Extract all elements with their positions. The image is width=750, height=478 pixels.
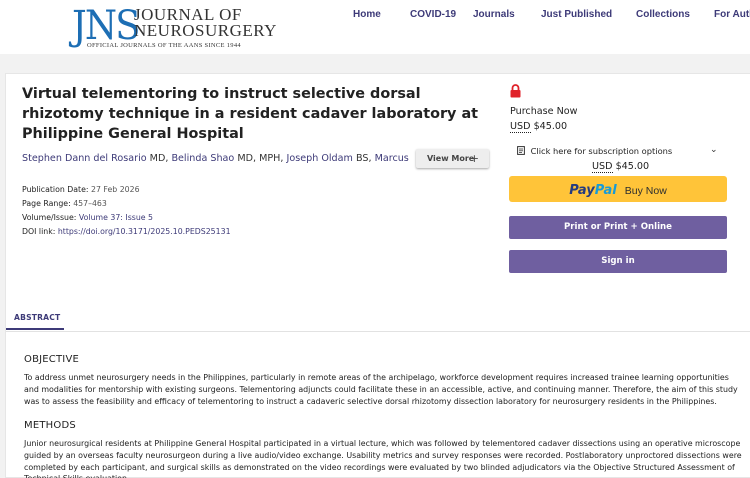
logo-line-2: NEUROSURGERY bbox=[134, 21, 277, 40]
buy-now-label: Buy Now bbox=[624, 185, 667, 197]
nav-for-authors[interactable]: For Auth bbox=[714, 9, 750, 20]
paypal-logo-pay: Pay bbox=[569, 183, 595, 198]
author-list: Stephen Dann del Rosario MD, Belinda Sha… bbox=[22, 152, 412, 166]
publication-date-label: Publication Date: bbox=[22, 185, 89, 194]
nav-journals[interactable]: Journals bbox=[473, 9, 515, 20]
objective-text: To address unmet neurosurgery needs in t… bbox=[24, 373, 738, 406]
nav-just-published[interactable]: Just Published bbox=[541, 9, 612, 20]
view-more-button[interactable]: View More + bbox=[416, 149, 489, 168]
active-tab-indicator bbox=[6, 328, 64, 330]
methods-heading: METHODS bbox=[24, 420, 76, 431]
nav-home[interactable]: Home bbox=[353, 9, 381, 20]
subscription-options-label: Click here for subscription options bbox=[530, 146, 673, 156]
page-range-label: Page Range: bbox=[22, 199, 71, 208]
price-value: $45.00 bbox=[533, 121, 568, 132]
author-link[interactable]: Belinda Shao bbox=[171, 153, 234, 164]
document-icon bbox=[517, 146, 525, 155]
purchase-now-label: Purchase Now bbox=[510, 106, 578, 117]
doi-link[interactable]: https://doi.org/10.3171/2025.10.PEDS2513… bbox=[58, 227, 231, 236]
author-credentials: MD, MPH, bbox=[237, 153, 284, 164]
volume-issue-link[interactable]: Volume 37: Issue 5 bbox=[79, 213, 153, 222]
author-link[interactable]: Marcus Alex... bbox=[375, 153, 412, 164]
subscription-options-toggle[interactable]: Click here for subscription options bbox=[517, 146, 672, 156]
price: USD $45.00 bbox=[510, 121, 568, 133]
logo-line-3: OFFICIAL JOURNALS OF THE AANS SINCE 1944 bbox=[87, 42, 241, 49]
publication-date: Publication Date: 27 Feb 2026 bbox=[22, 184, 140, 196]
view-more-label: View More bbox=[427, 154, 475, 163]
lock-icon bbox=[510, 83, 521, 102]
nav-collections[interactable]: Collections bbox=[636, 9, 690, 20]
plus-icon: + bbox=[469, 152, 479, 165]
print-online-button[interactable]: Print or Print + Online bbox=[509, 216, 727, 239]
methods-text: Junior neurosurgical residents at Philip… bbox=[24, 439, 742, 478]
paypal-logo-pal: Pal bbox=[594, 183, 617, 198]
currency-abbr: USD bbox=[510, 121, 531, 133]
price-value: $45.00 bbox=[615, 161, 650, 172]
doi: DOI link: https://doi.org/10.3171/2025.1… bbox=[22, 226, 231, 238]
article-title: Virtual telementoring to instruct select… bbox=[22, 86, 479, 142]
chevron-down-icon[interactable]: ⌄ bbox=[710, 145, 718, 155]
author-link[interactable]: Stephen Dann del Rosario bbox=[22, 153, 147, 164]
tab-abstract[interactable]: ABSTRACT bbox=[14, 313, 60, 322]
tab-divider bbox=[6, 331, 750, 332]
author-credentials: BS, bbox=[355, 153, 372, 164]
author-credentials: MD, bbox=[149, 153, 169, 164]
currency-abbr: USD bbox=[592, 161, 613, 173]
doi-label: DOI link: bbox=[22, 227, 56, 236]
site-header: JNS JOURNAL OF NEUROSURGERY OFFICIAL JOU… bbox=[0, 0, 750, 54]
subscription-price: USD $45.00 bbox=[592, 161, 650, 173]
volume-issue-label: Volume/Issue: bbox=[22, 213, 77, 222]
page-range-value: 457–463 bbox=[73, 199, 107, 208]
objective-heading: OBJECTIVE bbox=[24, 354, 79, 365]
author-link[interactable]: Joseph Oldam bbox=[287, 153, 353, 164]
nav-covid-19[interactable]: COVID-19 bbox=[410, 9, 456, 20]
page-range: Page Range: 457–463 bbox=[22, 198, 107, 210]
publication-date-value: 27 Feb 2026 bbox=[91, 185, 140, 194]
paypal-buy-now-button[interactable]: PayPal Buy Now bbox=[509, 176, 727, 202]
sign-in-button[interactable]: Sign in bbox=[509, 250, 727, 273]
volume-issue: Volume/Issue: Volume 37: Issue 5 bbox=[22, 212, 153, 224]
